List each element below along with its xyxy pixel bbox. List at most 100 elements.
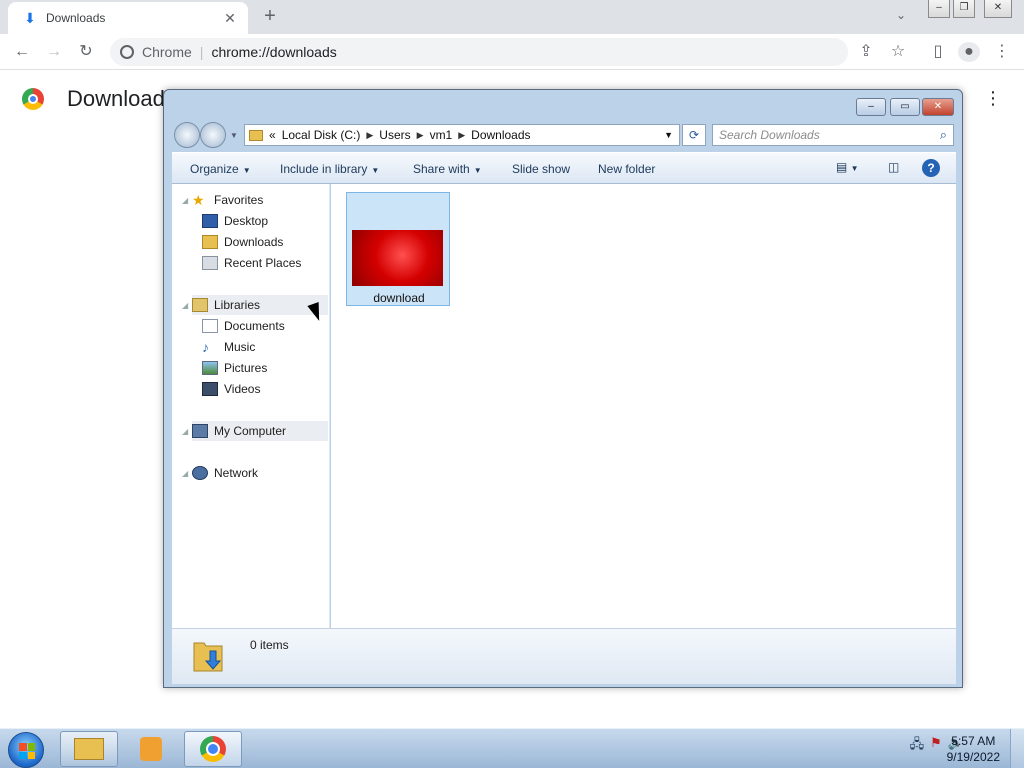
breadcrumb-downloads[interactable]: Downloads (471, 128, 530, 142)
breadcrumb-users[interactable]: Users (379, 128, 410, 142)
forward-icon[interactable]: → (44, 42, 64, 62)
details-pane: 0 items (172, 628, 956, 684)
breadcrumb-arrow-icon[interactable]: ▶ (417, 130, 424, 141)
tab-downloads[interactable]: ⬇ Downloads ✕ (8, 2, 248, 34)
tab-title: Downloads (46, 11, 106, 25)
recent-pages-chevron-icon[interactable]: ▼ (230, 131, 238, 140)
nav-my-computer[interactable]: My Computer (192, 421, 328, 441)
pictures-icon (202, 361, 218, 375)
file-name: download (373, 291, 425, 305)
tab-strip: ⬇ Downloads ✕ + ⌄ – ❐ ✕ (0, 0, 1024, 34)
bookmark-star-icon[interactable]: ☆ (888, 42, 908, 62)
new-folder-button[interactable]: New folder (598, 162, 655, 176)
forward-button[interactable] (200, 122, 226, 148)
tab-search-chevron-icon[interactable]: ⌄ (896, 8, 906, 22)
clock[interactable]: 5:57 AM 9/19/2022 (947, 733, 1000, 765)
explorer-address-bar[interactable]: « Local Disk (C:) ▶ Users ▶ vm1 ▶ Downlo… (244, 124, 680, 146)
nav-recent-places[interactable]: Recent Places (202, 253, 301, 273)
address-dropdown-icon[interactable]: ▼ (664, 130, 673, 140)
recent-places-icon (202, 256, 218, 270)
chrome-site-icon (120, 45, 134, 59)
explorer-minimize-button[interactable]: – (856, 98, 886, 116)
breadcrumb-local-disk[interactable]: Local Disk (C:) (282, 128, 361, 142)
file-list: download (331, 184, 956, 628)
tab-close-icon[interactable]: ✕ (222, 10, 238, 27)
new-tab-button[interactable]: + (260, 6, 280, 26)
folder-icon (249, 129, 263, 141)
clock-time: 5:57 AM (951, 734, 996, 748)
network-tray-icon[interactable]: 🖧 (910, 735, 925, 757)
reload-icon[interactable]: ↻ (76, 42, 96, 62)
clock-date: 9/19/2022 (946, 750, 1000, 764)
include-library-button[interactable]: Include in library ▼ (280, 162, 379, 176)
chrome-taskbar-icon (200, 736, 226, 762)
expand-favorites-icon[interactable]: ◢ (182, 196, 188, 205)
explorer-close-button[interactable]: ✕ (922, 98, 954, 116)
explorer-window: – ▭ ✕ ▼ « Local Disk (C:) ▶ Users ▶ vm1 … (163, 89, 963, 688)
restore-button[interactable]: ❐ (953, 0, 975, 18)
nav-favorites[interactable]: ★ Favorites (192, 190, 263, 210)
breadcrumb-vm1[interactable]: vm1 (430, 128, 453, 142)
action-center-icon[interactable]: ⚑ (930, 735, 942, 757)
preview-pane-icon[interactable]: ◫ (888, 160, 899, 174)
search-icon[interactable]: ⌕ (940, 127, 947, 143)
videos-icon (202, 382, 218, 396)
taskbar-explorer-button[interactable] (60, 731, 118, 767)
explorer-maximize-button[interactable]: ▭ (890, 98, 920, 116)
computer-icon (192, 424, 208, 438)
downloads-folder-large-icon (193, 642, 223, 672)
music-icon: ♪ (202, 339, 209, 355)
taskbar-media-player-button[interactable] (122, 731, 180, 767)
file-item[interactable]: download (346, 192, 450, 306)
taskbar-chrome-button[interactable] (184, 731, 242, 767)
downloads-folder-icon (202, 235, 218, 249)
start-button[interactable] (8, 732, 44, 768)
nav-music[interactable]: ♪ Music (202, 337, 255, 357)
expand-libraries-icon[interactable]: ◢ (182, 301, 188, 310)
explorer-folder-icon (74, 738, 104, 760)
search-input[interactable]: Search Downloads ⌕ (712, 124, 954, 146)
url-text: chrome://downloads (211, 44, 337, 60)
close-button[interactable]: ✕ (984, 0, 1012, 18)
navigation-pane: ◢ ★ Favorites Desktop Downloads Recent P… (172, 184, 330, 628)
navigation-row: ▼ « Local Disk (C:) ▶ Users ▶ vm1 ▶ Down… (172, 122, 956, 148)
slide-show-button[interactable]: Slide show (512, 162, 570, 176)
expand-network-icon[interactable]: ◢ (182, 469, 188, 478)
change-view-icon[interactable]: ▤ ▼ (836, 160, 859, 174)
search-placeholder: Search Downloads (719, 128, 820, 142)
back-button[interactable] (174, 122, 200, 148)
minimize-button[interactable]: – (928, 0, 950, 18)
profile-avatar-icon[interactable]: ● (958, 42, 980, 62)
share-icon[interactable]: ⇪ (856, 42, 876, 62)
nav-videos[interactable]: Videos (202, 379, 260, 399)
refresh-icon[interactable]: ⟳ (682, 124, 706, 146)
nav-documents[interactable]: Documents (202, 316, 285, 336)
nav-downloads[interactable]: Downloads (202, 232, 283, 252)
nav-desktop[interactable]: Desktop (202, 211, 268, 231)
back-icon[interactable]: ← (12, 42, 32, 62)
chrome-menu-icon[interactable]: ⋮ (992, 42, 1012, 62)
expand-computer-icon[interactable]: ◢ (182, 427, 188, 436)
network-icon (192, 466, 208, 480)
command-bar: Organize ▼ Include in library ▼ Share with… (172, 152, 956, 184)
image-thumbnail (352, 230, 443, 286)
taskbar: 🖧 ⚑ 🔈 5:57 AM 9/19/2022 (0, 728, 1024, 768)
breadcrumb-arrow-icon[interactable]: ▶ (458, 130, 465, 141)
media-player-icon (140, 737, 162, 761)
site-chip-label: Chrome (142, 44, 192, 60)
desktop-icon (202, 214, 218, 228)
page-title: Downloads (67, 86, 176, 111)
breadcrumb-arrow-icon[interactable]: ▶ (366, 130, 373, 141)
organize-button[interactable]: Organize ▼ (190, 162, 251, 176)
breadcrumb-overflow[interactable]: « (269, 128, 276, 142)
side-panel-icon[interactable]: ▯ (928, 42, 948, 62)
nav-pictures[interactable]: Pictures (202, 358, 267, 378)
omnibox-separator: | (199, 44, 204, 60)
downloads-menu-icon[interactable]: ⋮ (984, 88, 1002, 109)
show-desktop-button[interactable] (1010, 729, 1024, 768)
browser-toolbar: ← → ↻ Chrome | chrome://downloads ⇪ ☆ ▯ … (0, 34, 1024, 70)
address-bar[interactable]: Chrome | chrome://downloads (110, 38, 848, 66)
help-icon[interactable]: ? (922, 159, 940, 177)
nav-network[interactable]: Network (192, 463, 258, 483)
share-with-button[interactable]: Share with ▼ (413, 162, 482, 176)
